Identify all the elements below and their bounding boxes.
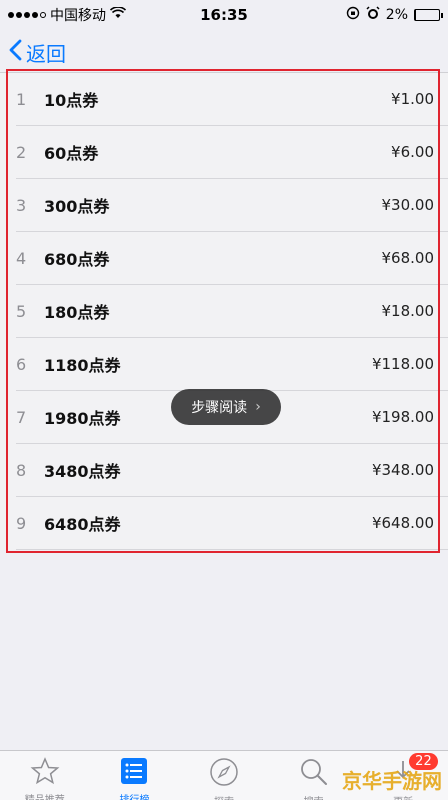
tab-star[interactable]: 精品推荐: [0, 751, 90, 800]
item-index: 3: [16, 195, 27, 215]
item-price: ¥198.00: [371, 408, 434, 426]
search-icon: [299, 757, 329, 791]
item-index: 9: [16, 513, 27, 533]
item-price: ¥118.00: [371, 355, 434, 373]
item-price: ¥68.00: [381, 249, 435, 267]
status-left: 中国移动: [8, 5, 127, 25]
orientation-lock-icon: [346, 6, 360, 24]
status-time: 16:35: [200, 6, 248, 24]
carrier-label: 中国移动: [50, 8, 106, 24]
item-index: 8: [16, 460, 27, 480]
item-price: ¥1.00: [391, 90, 434, 108]
nav-bar: 返回: [0, 30, 448, 74]
item-name: 6480点券: [44, 515, 121, 534]
back-button[interactable]: 返回: [8, 38, 66, 67]
item-price: ¥648.00: [371, 514, 434, 532]
tab-label: 探索: [214, 793, 234, 800]
list-item[interactable]: 5 180点券 ¥18.00: [16, 285, 448, 338]
toast-label: 步骤阅读: [191, 400, 248, 416]
list-item[interactable]: 9 6480点券 ¥648.00: [16, 497, 448, 550]
tab-label: 更新: [393, 793, 413, 800]
item-name: 60点券: [44, 144, 99, 163]
list-item[interactable]: 8 3480点券 ¥348.00: [16, 444, 448, 497]
step-reading-toast[interactable]: 步骤阅读 ›: [171, 389, 281, 425]
list-item[interactable]: 3 300点券 ¥30.00: [16, 179, 448, 232]
battery-percent: 2%: [385, 7, 408, 23]
tab-label: 精品推荐: [25, 791, 65, 800]
list-item[interactable]: 1 10点券 ¥1.00: [16, 73, 448, 126]
item-price: ¥348.00: [371, 461, 434, 479]
item-name: 300点券: [44, 197, 110, 216]
item-index: 7: [16, 407, 27, 427]
item-name: 1180点券: [44, 356, 121, 375]
item-name: 3480点券: [44, 462, 121, 481]
item-index: 1: [16, 89, 27, 109]
compass-icon: [209, 757, 239, 791]
item-index: 6: [16, 354, 27, 374]
chevron-right-icon: ›: [255, 399, 261, 415]
item-price: ¥30.00: [381, 196, 435, 214]
item-index: 5: [16, 301, 27, 321]
list-item[interactable]: 2 60点券 ¥6.00: [16, 126, 448, 179]
battery-icon: [414, 9, 443, 21]
item-index: 4: [16, 248, 27, 268]
list-icon: [120, 757, 148, 789]
tab-compass[interactable]: 探索: [179, 751, 269, 800]
status-right: 2%: [346, 6, 443, 24]
star-icon: [30, 757, 60, 789]
tab-label: 排行榜: [119, 791, 149, 800]
chevron-left-icon: [8, 39, 22, 65]
item-price: ¥18.00: [381, 302, 435, 320]
tab-list[interactable]: 排行榜: [90, 751, 180, 800]
item-price: ¥6.00: [391, 143, 434, 161]
back-label: 返回: [26, 41, 66, 66]
product-list: 1 10点券 ¥1.00 2 60点券 ¥6.00 3 300点券 ¥30.00 4 680点券 ¥6…: [0, 72, 448, 550]
signal-icon: [8, 12, 46, 18]
list-item[interactable]: 6 1180点券 ¥118.00: [16, 338, 448, 391]
status-bar: 中国移动 16:35 2%: [0, 0, 448, 30]
item-index: 2: [16, 142, 27, 162]
item-name: 680点券: [44, 250, 110, 269]
watermark-logo: 京华手游网: [342, 769, 442, 793]
alarm-icon: [366, 6, 380, 24]
item-name: 180点券: [44, 303, 110, 322]
item-name: 10点券: [44, 91, 99, 110]
tab-label: 搜索: [304, 793, 324, 800]
wifi-icon: [109, 6, 127, 23]
list-item[interactable]: 4 680点券 ¥68.00: [16, 232, 448, 285]
